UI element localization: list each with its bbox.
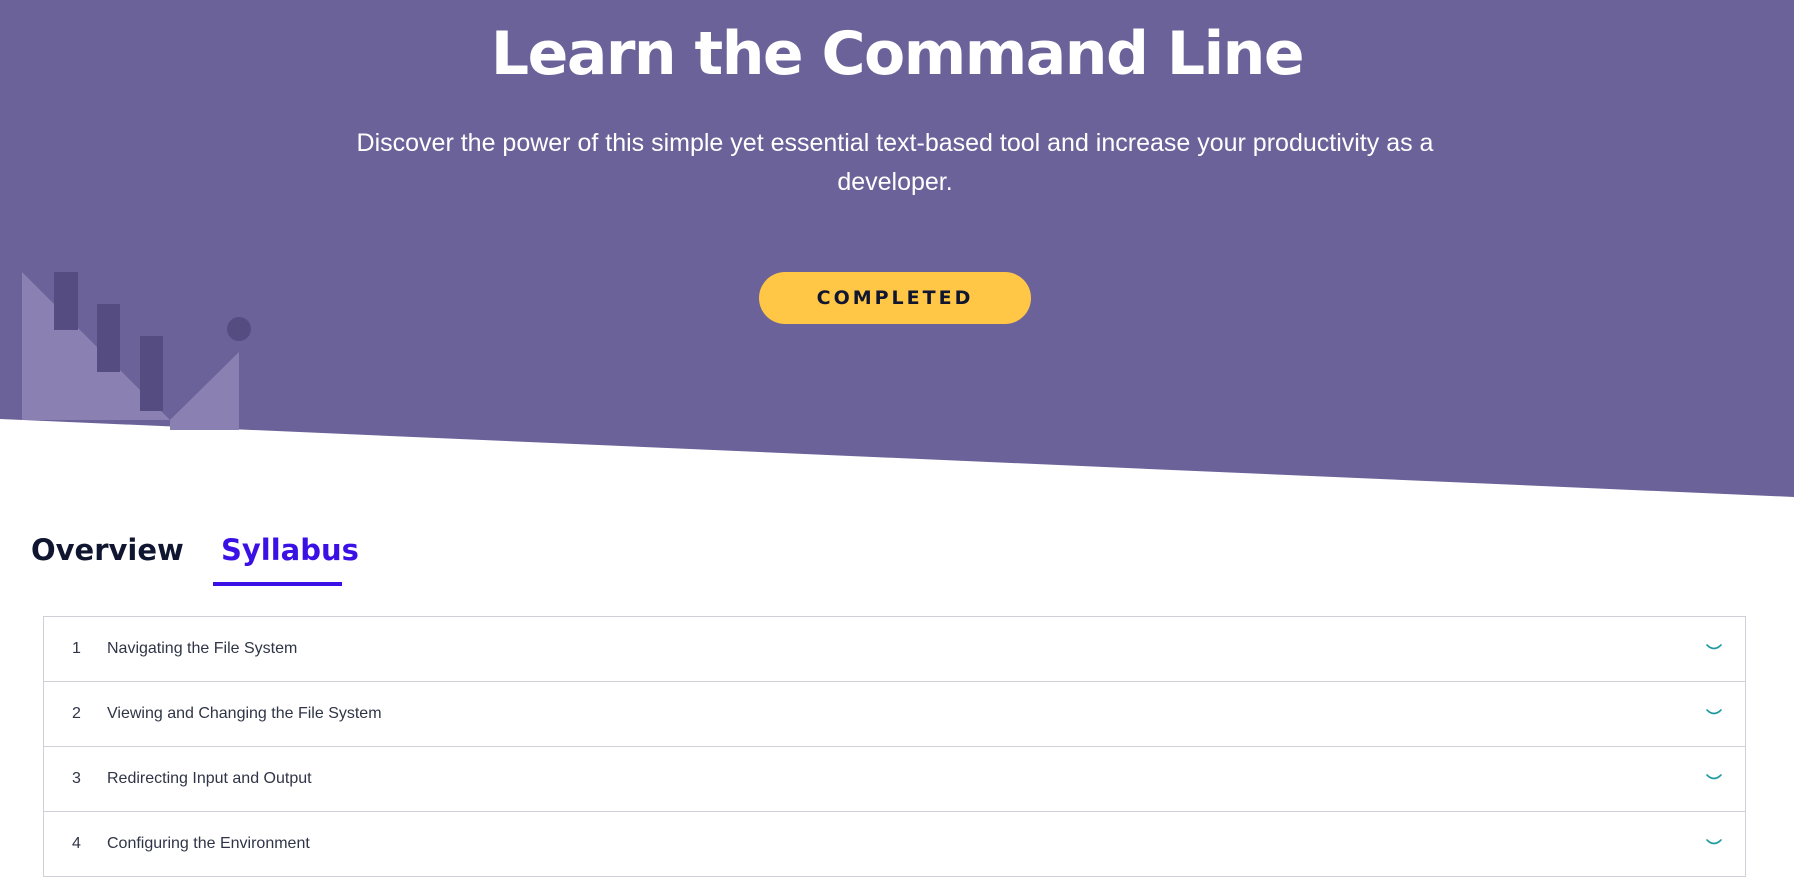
- chevron-down-icon[interactable]: [1705, 771, 1723, 785]
- chevron-down-icon[interactable]: [1705, 706, 1723, 720]
- module-number: 3: [72, 770, 81, 787]
- hero-subtitle: Discover the power of this simple yet es…: [356, 129, 1434, 196]
- chevron-down-icon[interactable]: [1705, 641, 1723, 655]
- decorative-illustration: [22, 272, 251, 430]
- module-title: Navigating the File System: [107, 640, 298, 657]
- tab-syllabus[interactable]: Syllabus: [213, 528, 359, 586]
- syllabus-list: 1 Navigating the File System 2 Viewing a…: [43, 616, 1746, 877]
- syllabus-module-3[interactable]: 3 Redirecting Input and Output: [44, 747, 1745, 812]
- page-title: Learn the Command Line: [490, 19, 1305, 89]
- module-number: 1: [72, 640, 81, 657]
- tab-overview-label: Overview: [31, 533, 184, 567]
- module-title: Viewing and Changing the File System: [107, 705, 382, 722]
- syllabus-module-2[interactable]: 2 Viewing and Changing the File System: [44, 682, 1745, 747]
- page: Learn the Command Line Discover the powe…: [0, 0, 1794, 891]
- tab-syllabus-label: Syllabus: [221, 533, 359, 567]
- completed-button-label: COMPLETED: [816, 287, 974, 309]
- module-number: 2: [72, 705, 81, 722]
- module-title: Redirecting Input and Output: [107, 770, 312, 787]
- chevron-down-icon[interactable]: [1705, 836, 1723, 850]
- syllabus-module-1[interactable]: 1 Navigating the File System: [44, 617, 1745, 682]
- module-number: 4: [72, 835, 81, 852]
- completed-button[interactable]: COMPLETED: [759, 272, 1031, 324]
- tab-overview[interactable]: Overview: [31, 528, 184, 586]
- module-title: Configuring the Environment: [107, 835, 310, 852]
- syllabus-module-4[interactable]: 4 Configuring the Environment: [44, 812, 1745, 877]
